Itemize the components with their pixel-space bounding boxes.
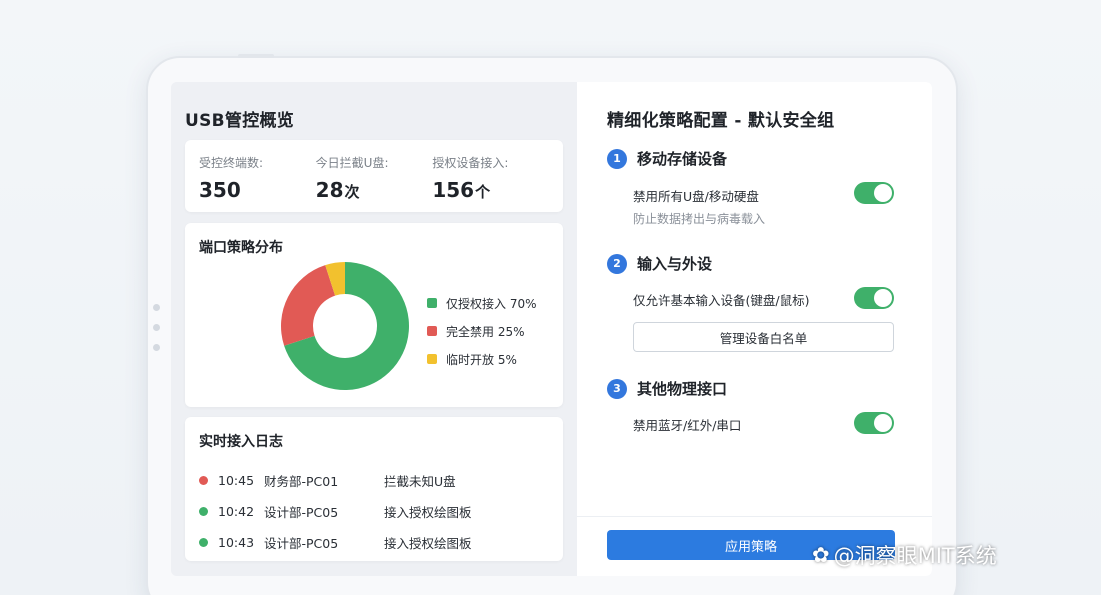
stat-label: 今日拦截U盘: xyxy=(315,156,389,170)
chart-legend: 仅授权接入 70% 完全禁用 25% 临时开放 5% xyxy=(427,289,537,373)
step-number: 3 xyxy=(607,378,627,399)
toggle-label-basic-input: 仅允许基本输入设备(键盘/鼠标) xyxy=(633,293,810,308)
log-time: 10:45 xyxy=(218,473,255,488)
section-title: 输入与外设 xyxy=(637,255,713,273)
section-title: 移动存储设备 xyxy=(637,150,728,168)
stat-value: 28 次 xyxy=(316,178,433,202)
app-screen: USB管控概览 受控终端数: 350 今日拦截U盘: 28 次 授权设备接入: xyxy=(171,82,932,576)
log-time: 10:42 xyxy=(218,504,255,519)
watermark-text: @洞察眼MIT系统 xyxy=(833,544,997,568)
status-dot xyxy=(199,538,208,547)
toggle-basic-input-only[interactable] xyxy=(854,287,894,309)
log-row[interactable]: 10:43 设计部-PC05 接入授权绘图板 xyxy=(199,527,559,558)
stat-unit: 个 xyxy=(475,183,491,201)
stat-label: 受控终端数: xyxy=(199,156,264,170)
log-time: 10:43 xyxy=(218,535,255,550)
policy-panel: 精细化策略配置 - 默认安全组 1 移动存储设备 禁用所有U盘/移动硬盘 防止数… xyxy=(577,82,932,576)
log-row[interactable]: 10:42 设计部-PC05 接入授权绘图板 xyxy=(199,496,559,527)
section-storage-header: 1 移动存储设备 xyxy=(607,148,727,169)
section-title: 其他物理接口 xyxy=(637,380,728,398)
tablet-camera-dots xyxy=(153,304,160,364)
stat-number: 28 xyxy=(315,178,344,202)
toggle-label-disable-ports: 禁用蓝牙/红外/串口 xyxy=(633,418,742,433)
watermark-logo-icon: ✿ xyxy=(812,543,830,567)
toggle-knob xyxy=(874,289,892,307)
status-dot xyxy=(199,476,208,485)
legend-item: 完全禁用 25% xyxy=(427,317,537,345)
step-number: 2 xyxy=(607,253,627,274)
stat-value: 350 xyxy=(199,178,316,202)
log-row[interactable]: 10:45 财务部-PC01 拦截未知U盘 xyxy=(199,465,559,496)
tablet-button xyxy=(238,54,274,58)
stat-authorized-devices: 授权设备接入: 156 个 xyxy=(432,154,549,212)
legend-label: 临时开放 5% xyxy=(446,352,517,367)
log-device: 设计部-PC05 xyxy=(264,536,339,551)
policy-title: 精细化策略配置 - 默认安全组 xyxy=(607,111,835,131)
access-log-card: 实时接入日志 10:45 财务部-PC01 拦截未知U盘 10:42 设计部-P… xyxy=(185,417,563,561)
stat-blocked-usb: 今日拦截U盘: 28 次 xyxy=(316,154,433,212)
legend-item: 仅授权接入 70% xyxy=(427,289,537,317)
distribution-title: 端口策略分布 xyxy=(199,240,283,256)
donut-slice-2 xyxy=(281,265,336,346)
legend-label: 仅授权接入 70% xyxy=(446,296,537,311)
toggle-disable-usb[interactable] xyxy=(854,182,894,204)
stat-unit: 次 xyxy=(344,183,360,201)
toggle-disable-ports[interactable] xyxy=(854,412,894,434)
legend-swatch xyxy=(427,354,437,364)
legend-swatch xyxy=(427,326,437,336)
log-event: 拦截未知U盘 xyxy=(384,474,456,489)
footer-divider xyxy=(577,516,932,517)
stat-value: 156 个 xyxy=(432,178,549,202)
overview-title: USB管控概览 xyxy=(185,111,295,131)
step-number: 1 xyxy=(607,148,627,169)
legend-item: 临时开放 5% xyxy=(427,345,537,373)
distribution-card: 端口策略分布 仅授权接入 70% 完全禁用 25% 临时开放 5% xyxy=(185,223,563,407)
legend-label: 完全禁用 25% xyxy=(446,324,525,339)
manage-whitelist-button[interactable]: 管理设备白名单 xyxy=(633,322,894,352)
stat-label: 授权设备接入: xyxy=(432,156,509,170)
toggle-label-disable-usb: 禁用所有U盘/移动硬盘 xyxy=(633,189,759,204)
toggle-description: 防止数据拷出与病毒载入 xyxy=(633,212,766,226)
stat-number: 350 xyxy=(199,178,241,202)
log-device: 财务部-PC01 xyxy=(264,474,339,489)
stat-terminals: 受控终端数: 350 xyxy=(199,154,316,212)
status-dot xyxy=(199,507,208,516)
log-event: 接入授权绘图板 xyxy=(384,505,472,520)
log-list: 10:45 财务部-PC01 拦截未知U盘 10:42 设计部-PC05 接入授… xyxy=(199,465,559,558)
legend-swatch xyxy=(427,298,437,308)
section-other-header: 3 其他物理接口 xyxy=(607,378,727,399)
stat-number: 156 xyxy=(432,178,475,202)
stats-card: 受控终端数: 350 今日拦截U盘: 28 次 授权设备接入: 156 个 xyxy=(185,140,563,212)
policy-donut-chart xyxy=(281,262,409,390)
toggle-knob xyxy=(874,414,892,432)
log-event: 接入授权绘图板 xyxy=(384,536,472,551)
section-input-header: 2 输入与外设 xyxy=(607,253,712,274)
overview-panel: USB管控概览 受控终端数: 350 今日拦截U盘: 28 次 授权设备接入: xyxy=(171,82,577,576)
watermark: ✿ @洞察眼MIT系统 xyxy=(812,540,997,570)
log-device: 设计部-PC05 xyxy=(264,505,339,520)
toggle-knob xyxy=(874,184,892,202)
log-title: 实时接入日志 xyxy=(199,434,283,450)
